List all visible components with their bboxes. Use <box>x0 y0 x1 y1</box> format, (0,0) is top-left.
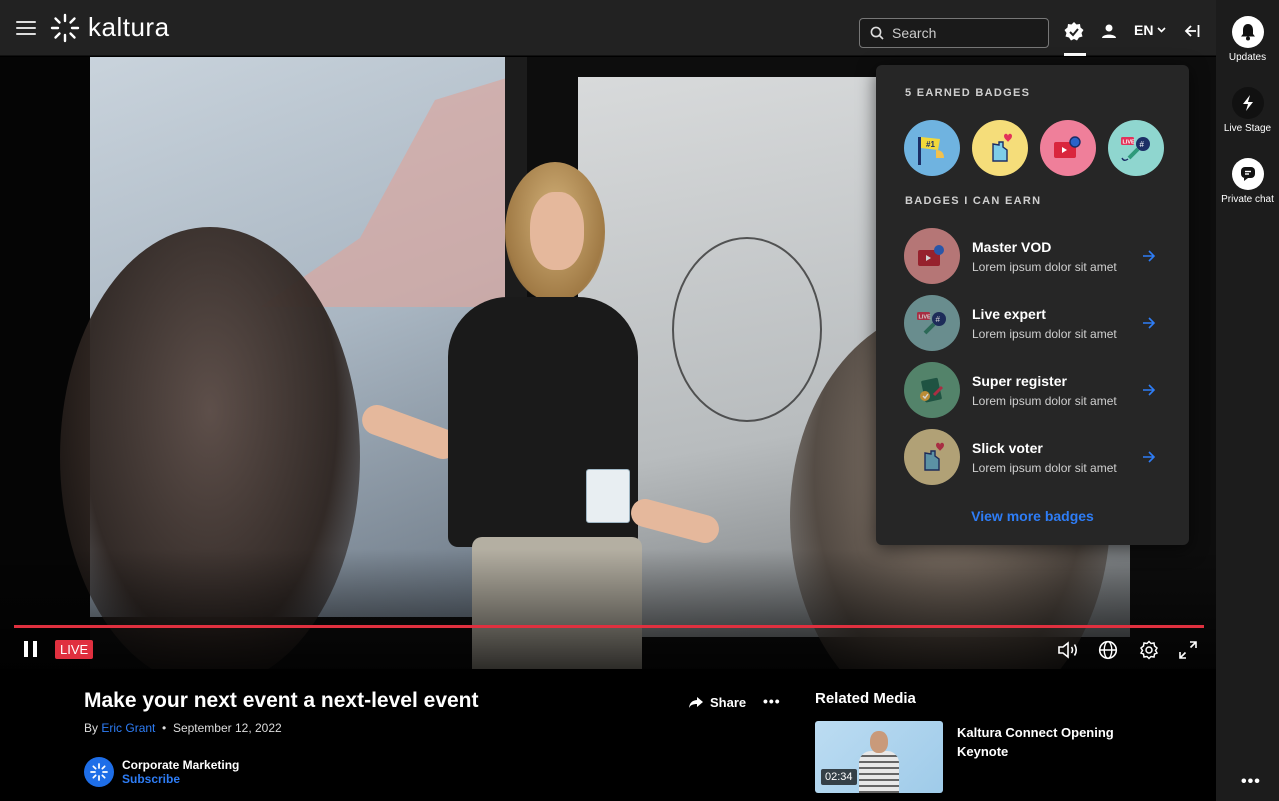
language-label: EN <box>1134 22 1154 38</box>
svg-text:#1: #1 <box>926 140 935 149</box>
globe-icon[interactable] <box>1098 640 1118 660</box>
live-mic-badge-icon: LIVE # <box>904 295 960 351</box>
share-label: Share <box>710 695 747 710</box>
earn-item-master-vod[interactable]: Master VOD Lorem ipsum dolor sit amet <box>904 228 1174 284</box>
earned-badges-heading: 5 EARNED BADGES <box>905 87 1031 99</box>
view-more-badges-link[interactable]: View more badges <box>876 508 1189 524</box>
video-camera-badge-icon <box>904 228 960 284</box>
related-media-title[interactable]: Kaltura Connect Opening Keynote <box>957 723 1147 761</box>
publish-date: September 12, 2022 <box>172 721 282 735</box>
rail-item-live-stage[interactable]: Live Stage <box>1216 87 1279 134</box>
author-link[interactable]: Eric Grant <box>101 721 155 735</box>
byline: By Eric Grant • September 12, 2022 <box>84 721 282 735</box>
arrow-right-icon <box>1143 451 1156 463</box>
kaltura-logo-icon <box>90 763 108 781</box>
fullscreen-icon[interactable] <box>1178 640 1198 660</box>
related-media-heading: Related Media <box>815 690 916 707</box>
earn-item-subtitle: Lorem ipsum dolor sit amet <box>972 460 1117 475</box>
right-rail: Updates Live Stage Private chat ••• <box>1216 0 1279 801</box>
earn-item-live-expert[interactable]: LIVE # Live expert Lorem ipsum dolor sit … <box>904 295 1174 351</box>
share-arrow-icon <box>689 697 703 708</box>
earn-item-super-register[interactable]: Super register Lorem ipsum dolor sit ame… <box>904 362 1174 418</box>
rail-more-button[interactable]: ••• <box>1241 773 1261 791</box>
progress-bar[interactable] <box>14 625 1204 628</box>
related-media-thumbnail[interactable]: 02:34 <box>815 721 943 793</box>
chat-icon <box>1231 158 1264 190</box>
heart-hand-badge-icon[interactable] <box>972 120 1028 176</box>
svg-text:LIVE: LIVE <box>1123 140 1136 146</box>
bell-icon <box>1231 16 1264 48</box>
chevron-down-icon <box>1157 27 1167 33</box>
rail-label-updates: Updates <box>1228 52 1267 63</box>
arrow-right-icon <box>1143 317 1156 329</box>
video-title: Make your next event a next-level event <box>84 689 479 712</box>
pause-icon[interactable] <box>24 641 37 657</box>
logo-text: kaltura <box>88 12 170 42</box>
speaker-face <box>530 192 584 270</box>
earn-item-title: Super register <box>972 372 1067 389</box>
volume-icon[interactable] <box>1057 641 1081 659</box>
live-badge: LIVE <box>55 640 94 659</box>
earnable-badges-heading: BADGES I CAN EARN <box>905 195 1042 207</box>
rail-item-updates[interactable]: Updates <box>1216 16 1279 63</box>
rail-item-private-chat[interactable]: Private chat <box>1216 158 1279 205</box>
first-place-badge-icon[interactable]: #1 <box>904 120 960 176</box>
search-icon <box>870 26 884 40</box>
svg-text:#: # <box>1140 140 1145 149</box>
speaker-name-tag <box>586 469 630 523</box>
svg-text:LIVE: LIVE <box>919 315 932 321</box>
collapse-arrow-icon[interactable] <box>1184 24 1200 38</box>
heart-hand-badge-icon <box>904 429 960 485</box>
whiteboard-drawing <box>672 237 822 422</box>
arrow-right-icon <box>1143 250 1156 262</box>
more-options-button[interactable]: ••• <box>763 693 781 709</box>
language-selector[interactable]: EN <box>1134 22 1167 38</box>
channel-info: Corporate Marketing Subscribe <box>84 757 239 787</box>
badges-panel: 5 EARNED BADGES #1 LIVE # BADGES I CAN EA… <box>876 65 1189 545</box>
thumbnail-duration: 02:34 <box>821 769 857 785</box>
live-mic-badge-icon[interactable]: LIVE # <box>1108 120 1164 176</box>
video-camera-badge-icon[interactable] <box>1040 120 1096 176</box>
rail-label-live-stage: Live Stage <box>1223 123 1272 134</box>
channel-avatar[interactable] <box>84 757 114 787</box>
subscribe-link[interactable]: Subscribe <box>122 772 239 786</box>
settings-gear-icon[interactable] <box>1139 640 1159 660</box>
earn-item-subtitle: Lorem ipsum dolor sit amet <box>972 259 1117 274</box>
earn-item-title: Slick voter <box>972 439 1043 456</box>
search-input[interactable] <box>892 25 1042 41</box>
arrow-right-icon <box>1143 384 1156 396</box>
thumbnail-person <box>859 731 899 793</box>
register-form-badge-icon <box>904 362 960 418</box>
earn-item-subtitle: Lorem ipsum dolor sit amet <box>972 326 1117 341</box>
video-vignette <box>0 549 1216 669</box>
earned-badges-row: #1 LIVE # <box>904 120 1164 176</box>
user-icon[interactable] <box>1101 23 1117 39</box>
earn-item-slick-voter[interactable]: Slick voter Lorem ipsum dolor sit amet <box>904 429 1174 485</box>
kaltura-logo-icon <box>50 13 80 42</box>
hamburger-menu-icon[interactable] <box>16 20 36 35</box>
lightning-icon <box>1231 87 1264 119</box>
active-indicator <box>1064 53 1086 56</box>
byline-prefix: By <box>84 721 99 735</box>
search-box[interactable] <box>859 18 1049 48</box>
earn-item-subtitle: Lorem ipsum dolor sit amet <box>972 393 1117 408</box>
badge-check-icon[interactable] <box>1063 21 1085 43</box>
kaltura-logo[interactable]: kaltura <box>50 12 170 43</box>
rail-label-private-chat: Private chat <box>1221 194 1274 205</box>
share-button[interactable]: Share <box>688 695 746 710</box>
earn-item-title: Master VOD <box>972 238 1052 255</box>
earn-item-title: Live expert <box>972 305 1046 322</box>
channel-name[interactable]: Corporate Marketing <box>122 758 239 772</box>
svg-text:#: # <box>936 315 941 324</box>
byline-separator: • <box>158 721 170 735</box>
